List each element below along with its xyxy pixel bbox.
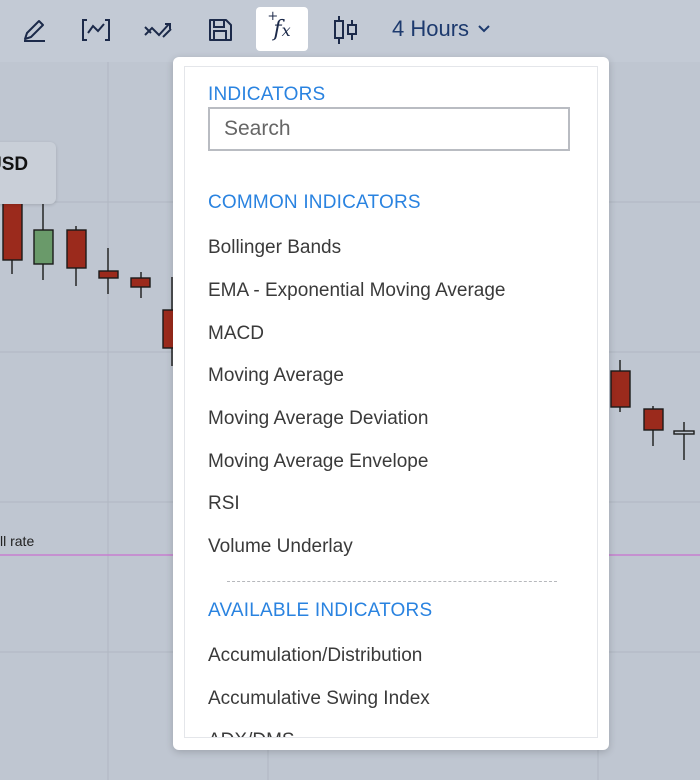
draw-button[interactable] — [10, 8, 58, 52]
save-button[interactable] — [196, 8, 244, 52]
function-fx-icon: + fx — [267, 9, 291, 42]
candle — [66, 229, 87, 269]
save-icon — [209, 19, 232, 41]
indicator-item[interactable]: Moving Average — [208, 365, 344, 387]
studies-button[interactable] — [72, 8, 120, 52]
indicator-item[interactable]: RSI — [208, 493, 240, 515]
period-selector[interactable]: 4 Hours — [392, 16, 491, 42]
candle — [643, 408, 664, 431]
indicator-search-input[interactable] — [208, 107, 570, 151]
candle — [610, 370, 631, 408]
symbol-chip[interactable]: USD — [0, 142, 56, 204]
candle — [33, 229, 54, 265]
crossing-lines-icon — [144, 23, 172, 38]
period-label: 4 Hours — [392, 16, 470, 41]
common-indicators-heading: COMMON INDICATORS — [208, 192, 421, 213]
indicator-item[interactable]: MACD — [208, 323, 264, 345]
trend-box-icon — [82, 19, 110, 41]
fx-x: x — [281, 20, 291, 40]
chevron-down-icon — [478, 25, 490, 33]
available-indicators-heading: AVAILABLE INDICATORS — [208, 600, 433, 621]
indicator-item[interactable]: Accumulation/Distribution — [208, 645, 422, 667]
chart-type-button[interactable] — [322, 8, 370, 52]
pencil-icon — [24, 20, 45, 42]
chart-toolbar: + fx 4 Hours — [0, 0, 700, 62]
indicator-item[interactable]: Bollinger Bands — [208, 237, 341, 259]
indicator-item[interactable]: Moving Average Deviation — [208, 408, 428, 430]
indicator-item[interactable]: Accumulative Swing Index — [208, 688, 430, 710]
candlestick-icon — [334, 16, 357, 44]
indicators-menu: INDICATORS COMMON INDICATORS Bollinger B… — [184, 66, 598, 738]
menu-divider — [227, 581, 557, 582]
indicators-button[interactable]: + fx — [256, 7, 308, 51]
indicator-item[interactable]: ADX/DMS — [208, 730, 295, 737]
fx-plus: + — [267, 8, 279, 24]
candle — [98, 270, 119, 279]
candle — [130, 277, 151, 288]
indicator-item[interactable]: Moving Average Envelope — [208, 451, 428, 473]
candle — [673, 430, 695, 435]
symbol-label: USD — [0, 154, 29, 175]
indicator-item[interactable]: EMA - Exponential Moving Average — [208, 280, 506, 302]
comparison-button[interactable] — [134, 8, 182, 52]
indicators-heading: INDICATORS — [208, 84, 326, 105]
candle — [2, 197, 23, 261]
rate-line-label: ll rate — [0, 533, 35, 549]
indicator-item[interactable]: Volume Underlay — [208, 536, 353, 558]
